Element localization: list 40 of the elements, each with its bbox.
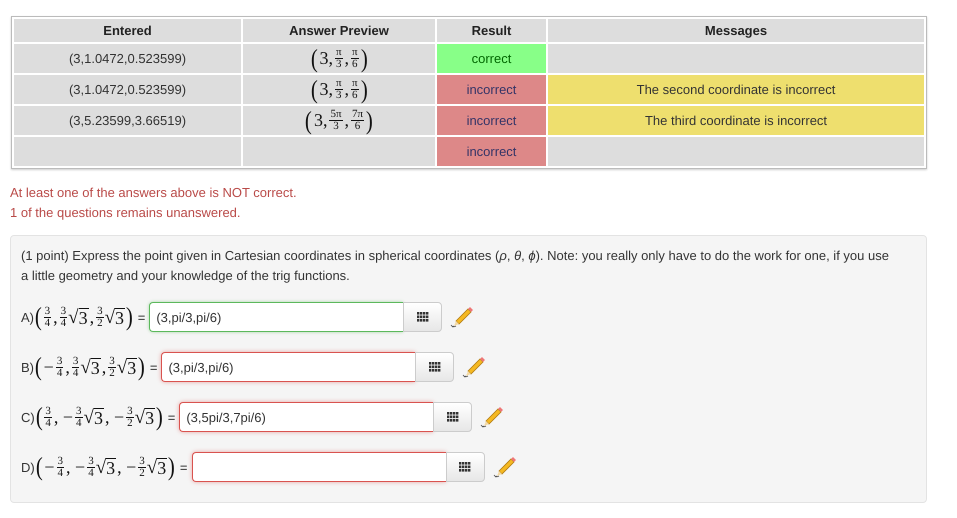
table-cell: (3,5.23599,3.66519) <box>14 106 241 135</box>
part-label: D) <box>21 460 35 474</box>
table-cell: (3,1.0472,0.523599) <box>14 44 241 73</box>
pencil-icon[interactable] <box>492 455 516 479</box>
status-message: 1 of the questions remains unanswered. <box>10 204 242 222</box>
part-label: C) <box>21 410 35 424</box>
equation-editor-button[interactable] <box>403 302 442 332</box>
equals-sign: = <box>150 360 158 374</box>
message-cell: The third coordinate is incorrect <box>548 106 924 135</box>
grid-icon <box>428 362 441 372</box>
column-header: Answer Preview <box>243 19 435 42</box>
equals-sign: = <box>138 310 146 324</box>
grid-icon <box>459 462 471 472</box>
answer-field[interactable]: (3,pi/3,pi/6) <box>149 302 404 332</box>
equals-sign: = <box>180 460 188 474</box>
equation-editor-button[interactable] <box>433 402 472 432</box>
grid-icon <box>446 412 459 422</box>
column-header: Result <box>437 19 546 42</box>
result-cell: incorrect <box>437 75 546 104</box>
problem-text: (1 point) Express the point given in Cartesian coordinates in spherical coordinates (ρ, θ, ϕ). Note: you really only have to do the work for one, if you use a little geometry and your knowledge of the trig functions. <box>21 247 890 285</box>
part-label: B) <box>21 360 34 374</box>
answer-field[interactable] <box>192 452 446 482</box>
equation-editor-button[interactable] <box>415 352 454 382</box>
column-header: Messages <box>548 19 924 42</box>
table-cell: (3,1.0472,0.523599) <box>14 75 241 104</box>
equals-sign: = <box>168 410 176 424</box>
pencil-icon[interactable] <box>462 355 486 379</box>
pencil-icon[interactable] <box>480 405 504 429</box>
answer-field[interactable]: (3,pi/3,pi/6) <box>161 352 416 382</box>
message-cell: The second coordinate is incorrect <box>548 75 924 104</box>
grid-icon <box>416 312 429 322</box>
result-cell: incorrect <box>437 137 546 166</box>
pencil-icon[interactable] <box>450 305 474 329</box>
status-message: At least one of the answers above is NOT correct. <box>10 184 298 202</box>
answer-field[interactable]: (3,5pi/3,7pi/6) <box>179 402 434 432</box>
part-label: A) <box>21 310 34 324</box>
column-header: Entered <box>14 19 241 42</box>
result-cell: correct <box>437 44 546 73</box>
equation-editor-button[interactable] <box>446 452 484 482</box>
result-cell: incorrect <box>437 106 546 135</box>
